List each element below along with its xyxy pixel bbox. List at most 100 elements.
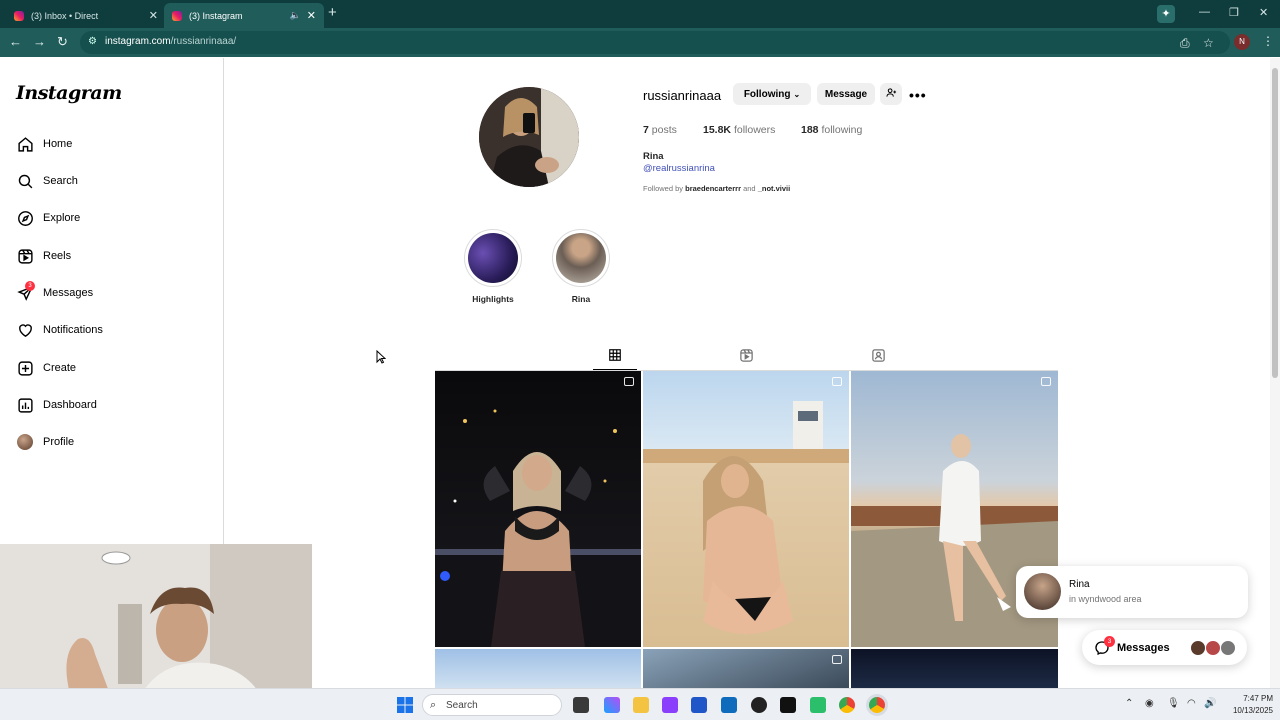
tray-chevron-icon[interactable]: ⌃ [1125,698,1133,709]
url-text: instagram.com/russianrinaaa/ [105,36,237,47]
sidebar-item-profile[interactable]: Profile [16,430,74,454]
install-app-icon[interactable]: ⎙ [1180,36,1190,51]
browser-toolbar: ← → ↻ ⚙ instagram.com/russianrinaaa/ ⎙ ☆… [0,28,1280,57]
highlight-label: Rina [571,294,591,304]
highlight-circle[interactable] [464,229,522,287]
sidebar-item-home[interactable]: Home [16,132,72,156]
sidebar-item-messages[interactable]: 3 Messages [16,281,93,305]
gemini-icon[interactable]: ✦ [1157,5,1175,23]
avatar [1205,640,1221,656]
suggest-people-button[interactable] [880,83,902,105]
task-view-icon[interactable] [573,697,589,713]
messenger-icon: 3 [16,281,35,302]
close-tab-icon[interactable]: ✕ [307,9,316,22]
app-icon[interactable] [810,697,826,713]
messages-pill-badge: 3 [1104,636,1115,647]
profile-link[interactable]: @realrussianrina [643,163,715,174]
bookmark-star-icon[interactable]: ☆ [1203,36,1214,50]
sidebar-item-search[interactable]: Search [16,169,78,193]
taskbar-search-placeholder: Search [446,700,478,711]
volume-icon[interactable]: 🔊 [1204,698,1216,709]
new-tab-button[interactable]: + [328,4,337,21]
app-icon[interactable] [751,697,767,713]
compass-icon [16,209,34,227]
following-button[interactable]: Following ⌄ [733,83,811,105]
sidebar-item-explore[interactable]: Explore [16,206,80,230]
instagram-favicon-icon [14,10,24,21]
post-tile[interactable] [643,649,849,688]
browser-profile-avatar[interactable]: N [1234,34,1250,50]
outlook-icon[interactable] [721,697,737,713]
search-icon: ⌕ [430,699,437,711]
tab-title: (3) Instagram [189,10,243,21]
notification-sender: Rina [1069,579,1090,590]
message-notification-toast[interactable]: Rina in wyndwood area [1016,566,1248,618]
sidebar-item-label: Dashboard [43,399,97,411]
sidebar-item-label: Messages [43,287,94,299]
messages-drawer-button[interactable]: 3 Messages [1082,630,1247,665]
messages-badge: 3 [25,281,35,291]
posts-stat: 7 posts [643,124,677,136]
page-scrollbar[interactable] [1270,58,1280,688]
copilot-icon[interactable] [604,697,620,713]
tab-tagged[interactable] [856,346,900,370]
reels-icon [739,348,754,368]
minimize-button[interactable]: — [1199,6,1210,18]
address-bar[interactable]: ⚙ instagram.com/russianrinaaa/ ⎙ ☆ [80,31,1230,54]
back-button[interactable]: ← [9,34,22,49]
chrome-icon[interactable] [839,697,855,713]
following-stat[interactable]: 188 following [801,124,862,136]
post-tile[interactable] [435,649,641,688]
site-info-icon[interactable]: ⚙ [88,36,97,47]
sidebar-item-notifications[interactable]: Notifications [16,318,103,342]
chevron-down-icon: ⌄ [793,89,801,99]
close-tab-icon[interactable]: ✕ [149,9,158,22]
capcut-icon[interactable] [780,697,796,713]
chrome-active-icon[interactable] [869,697,885,713]
taskbar-clock[interactable]: 7:47 PM 10/13/2025 [1223,693,1273,717]
profile-picture[interactable] [479,87,579,187]
taskbar-search[interactable]: ⌕ Search [422,694,562,716]
sidebar-item-dashboard[interactable]: Dashboard [16,393,97,417]
post-tile[interactable] [435,371,641,647]
sidebar-item-create[interactable]: Create [16,356,76,380]
home-icon [16,135,34,153]
tab-posts[interactable] [593,346,637,370]
store-icon[interactable] [691,697,707,713]
highlight-label: Highlights [472,294,514,304]
followed-by-text[interactable]: Followed by braedencarterrr and _not.viv… [643,184,790,193]
post-tile[interactable] [643,371,849,647]
maximize-button[interactable]: ❐ [1229,6,1239,19]
microphone-icon[interactable]: 🎙 [1167,698,1180,709]
browser-tab-inbox[interactable]: (3) Inbox • Direct ✕ [6,3,166,28]
heart-icon [16,321,34,339]
chart-icon [16,396,34,414]
browser-menu-icon[interactable]: ⋮ [1262,34,1274,48]
highlight-circle[interactable] [552,229,610,287]
browser-tab-instagram[interactable]: (3) Instagram 🔈 ✕ [164,3,324,28]
sidebar-item-reels[interactable]: Reels [16,244,71,268]
profile-username: russianrinaaa [643,88,722,103]
multi-post-icon [832,377,842,386]
post-tile[interactable] [851,649,1058,688]
following-label: Following [743,88,791,100]
message-button[interactable]: Message [817,83,875,105]
reload-button[interactable]: ↻ [57,34,68,50]
scrollbar-thumb[interactable] [1272,68,1278,378]
message-label: Message [824,88,868,100]
instagram-logo[interactable]: Instagram [16,82,122,104]
followers-stat[interactable]: 15.8K followers [703,124,775,136]
close-window-button[interactable]: ✕ [1259,6,1268,19]
file-explorer-icon[interactable] [633,697,649,713]
tagged-icon [871,348,886,368]
tab-reels[interactable] [724,346,768,370]
instagram-favicon-icon [172,10,182,21]
tray-app-icon[interactable]: ◉ [1145,698,1154,709]
speaker-icon[interactable]: 🔈 [290,10,301,21]
windows-start-icon[interactable] [397,697,413,718]
twitch-icon[interactable] [662,697,678,713]
notification-text: in wyndwood area [1069,594,1142,604]
forward-button[interactable]: → [33,34,46,49]
more-options-icon[interactable]: ••• [909,87,927,103]
wifi-icon[interactable]: ◠ [1187,698,1196,709]
